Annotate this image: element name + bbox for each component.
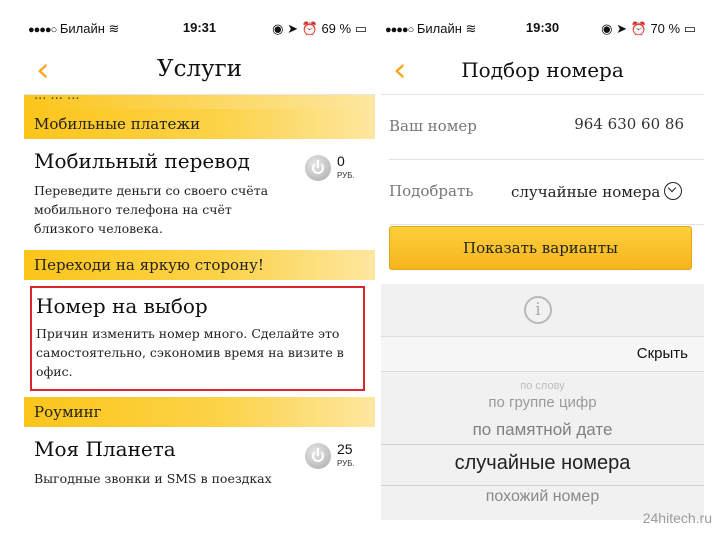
wheel-option[interactable]: по памятной дате	[381, 420, 704, 440]
cutoff-text: ... ... ...	[34, 95, 80, 103]
hide-button[interactable]: Скрыть	[637, 345, 688, 362]
location-icon: ➤	[287, 21, 298, 36]
power-toggle-icon[interactable]	[305, 155, 331, 181]
choose-select[interactable]: случайные номера	[511, 182, 683, 201]
wheel-option[interactable]: по группе цифр	[381, 394, 704, 411]
battery-icon: ▭	[683, 21, 696, 36]
status-bar: ●●●●○ Билайн ≋ 19:31 ◉ ➤ ⏰ 69 % ▭	[24, 14, 375, 44]
service-price[interactable]: 0 РУБ.	[305, 153, 367, 185]
services-screen: ●●●●○ Билайн ≋ 19:31 ◉ ➤ ⏰ 69 % ▭ ‹ Услу…	[24, 14, 375, 520]
service-mobile-transfer[interactable]: Мобильный перевод Переведите деньги со с…	[24, 139, 375, 250]
status-bar: ●●●●○ Билайн ≋ 19:30 ◉ ➤ ⏰ 70 % ▭	[381, 14, 704, 44]
alarm-icon: ⏰	[301, 21, 318, 36]
battery-icon: ▭	[354, 21, 367, 36]
your-number-value: 964 630 60 86	[574, 115, 684, 133]
choose-label: Подобрать	[389, 182, 474, 200]
section-mobile-payments[interactable]: Мобильные платежи	[24, 109, 375, 139]
service-price[interactable]: 25 РУБ.	[305, 441, 367, 473]
price-amount: 0	[337, 153, 345, 169]
lock-rotation-icon: ◉	[601, 21, 613, 36]
info-icon[interactable]: i	[524, 296, 552, 324]
lock-rotation-icon: ◉	[272, 21, 284, 36]
wheel-option-selected[interactable]: случайные номера	[381, 452, 704, 475]
show-variants-button[interactable]: Показать варианты	[389, 226, 692, 270]
service-description: Выгодные звонки и SMS в поездках	[34, 471, 272, 486]
service-my-planet[interactable]: Моя Планета Выгодные звонки и SMS в поез…	[24, 427, 375, 500]
page-title: Услуги	[156, 56, 243, 82]
cutoff-section: ... ... ...	[24, 95, 375, 109]
choose-row[interactable]: Подобрать случайные номера	[389, 160, 704, 225]
section-bright-side[interactable]: Переходи на яркую сторону!	[24, 250, 375, 280]
picker-toolbar: Скрыть	[381, 336, 704, 372]
nav-bar: ‹ Услуги	[24, 44, 375, 95]
nav-bar: ‹ Подбор номера	[381, 44, 704, 95]
page-title: Подбор номера	[461, 58, 624, 82]
location-icon: ➤	[616, 21, 627, 36]
chevron-down-icon[interactable]	[664, 182, 683, 200]
your-number-label: Ваш номер	[389, 117, 477, 135]
wheel-option[interactable]: похожий номер	[381, 488, 704, 506]
option-picker[interactable]: i Скрыть по слову по группе цифр по памя…	[381, 284, 704, 520]
price-currency: РУБ.	[337, 459, 355, 468]
watermark: 24hitech.ru	[642, 510, 712, 526]
battery-percent: 69 %	[321, 21, 352, 36]
service-description: Переведите деньги со своего счёта мобиль…	[34, 183, 269, 236]
power-toggle-icon[interactable]	[305, 443, 331, 469]
wheel-option[interactable]: по слову	[381, 380, 704, 392]
number-picker-screen: ●●●●○ Билайн ≋ 19:30 ◉ ➤ ⏰ 70 % ▭ ‹ Подб…	[381, 14, 704, 520]
choose-value: случайные номера	[511, 183, 661, 201]
your-number-row: Ваш номер 964 630 60 86	[389, 95, 704, 160]
price-currency: РУБ.	[337, 171, 355, 180]
service-name: Номер на выбор	[36, 294, 208, 318]
battery-percent: 70 %	[650, 21, 681, 36]
alarm-icon: ⏰	[630, 21, 647, 36]
section-roaming[interactable]: Роуминг	[24, 397, 375, 427]
price-amount: 25	[337, 441, 353, 457]
service-description: Причин изменить номер много. Сделайте эт…	[36, 326, 344, 379]
service-number-choice[interactable]: Номер на выбор Причин изменить номер мно…	[30, 286, 365, 391]
